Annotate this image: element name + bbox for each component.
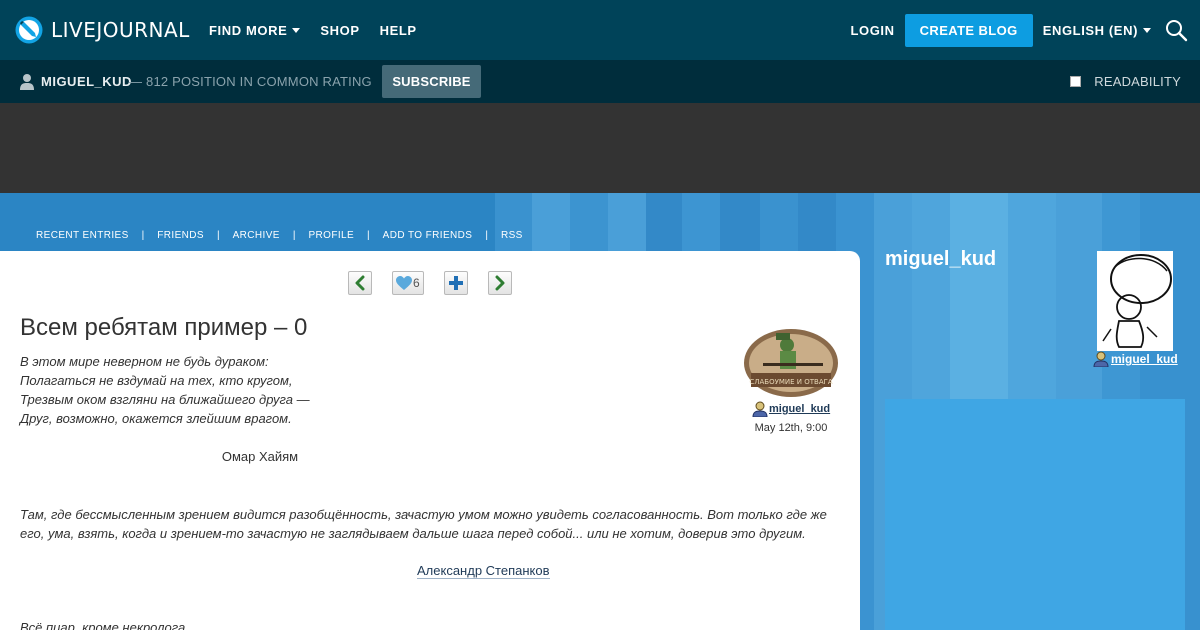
caret-down-icon (292, 27, 301, 33)
create-blog-button[interactable]: CREATE BLOG (904, 13, 1033, 47)
rating-text: — 812 POSITION IN COMMON RATING (129, 74, 372, 89)
sidebar-user-link[interactable]: miguel_kud (1093, 351, 1178, 367)
svg-text:СЛАБОУМИЕ И ОТВАГА: СЛАБОУМИЕ И ОТВАГА (749, 378, 833, 386)
subscribe-button[interactable]: SUBSCRIBE (382, 65, 481, 98)
nav-rss[interactable]: RSS (501, 230, 523, 241)
entry-title: Всем ребятам пример – 0 (20, 314, 308, 341)
sidebar-panel (885, 399, 1185, 630)
userpic-image: СЛАБОУМИЕ И ОТВАГА (743, 323, 840, 397)
sidebar-userpic[interactable] (1097, 251, 1173, 351)
user-icon (1093, 351, 1109, 367)
main-menu: FIND MORE SHOP HELP (209, 0, 437, 60)
caret-down-icon (1143, 27, 1151, 33)
readability-label: READABILITY (1094, 74, 1181, 89)
nav-archive[interactable]: ARCHIVE (233, 230, 280, 241)
entry-date: May 12th, 9:00 (754, 422, 828, 434)
poster-username[interactable]: miguel_kud (769, 403, 830, 415)
nav-profile[interactable]: PROFILE (308, 230, 354, 241)
poem-line: В этом мире неверном не будь дураком: (20, 354, 269, 369)
nav-separator: | (485, 229, 488, 241)
poem-line: Полагаться не вздумай на тех, кто кругом… (20, 373, 293, 388)
arrow-right-icon (495, 275, 505, 291)
heart-icon (396, 275, 412, 290)
search-icon[interactable] (1164, 18, 1188, 42)
readability-checkbox[interactable] (1070, 76, 1082, 87)
quote-author-link[interactable]: Александр Степанков (417, 563, 550, 579)
livejournal-logo-icon (15, 16, 43, 44)
poem-author: Омар Хайям (221, 449, 299, 464)
nav-separator: | (141, 229, 145, 241)
add-memory-button[interactable] (444, 271, 468, 295)
plus-icon (449, 276, 463, 290)
ad-banner-area (0, 103, 1200, 193)
nav-separator: | (367, 229, 370, 241)
sidebar-username[interactable]: miguel_kud (1111, 352, 1178, 366)
poster-userpic[interactable]: СЛАБОУМИЕ И ОТВАГА (743, 323, 840, 397)
next-entry-button[interactable] (488, 271, 512, 295)
livejournal-logo[interactable]: LIVEJOURNAL (15, 14, 190, 46)
journal-user-bar: MIGUEL_KUD — 812 POSITION IN COMMON RATI… (0, 60, 1200, 103)
like-count: 6 (413, 276, 420, 290)
poem-line: Друг, возможно, окажется злейшим врагом. (20, 411, 292, 426)
readability-toggle[interactable]: READABILITY (1070, 60, 1181, 103)
poster-info[interactable]: miguel_kud (752, 401, 830, 417)
entry-container: 6 Всем ребятам пример – 0 В этом мире не… (0, 251, 860, 630)
nav-separator: | (292, 229, 296, 241)
user-icon (20, 74, 34, 90)
help-link[interactable]: HELP (380, 23, 417, 38)
like-button[interactable]: 6 (392, 271, 424, 295)
shop-link[interactable]: SHOP (320, 23, 359, 38)
entry-poem: В этом мире неверном не будь дураком: По… (20, 352, 310, 428)
top-navigation-bar: LIVEJOURNAL FIND MORE SHOP HELP LOGIN CR… (0, 0, 1200, 60)
nav-recent-entries[interactable]: RECENT ENTRIES (36, 230, 129, 241)
journal-username[interactable]: MIGUEL_KUD (41, 60, 132, 103)
entry-quote: Там, где бессмысленным зрением видится р… (20, 507, 827, 541)
nav-friends[interactable]: FRIENDS (157, 230, 204, 241)
nav-separator: | (216, 229, 220, 241)
find-more-menu[interactable]: FIND MORE (209, 22, 301, 38)
user-icon (752, 401, 768, 417)
find-more-label: FIND MORE (209, 22, 288, 38)
entry-text-line: Всё пиар, кроме некролога. (20, 620, 189, 630)
language-label: ENGLISH (EN) (1042, 22, 1138, 38)
journal-navigation: RECENT ENTRIES | FRIENDS | ARCHIVE | PRO… (36, 228, 523, 242)
sidebar-userpic-image (1097, 251, 1173, 351)
previous-entry-button[interactable] (348, 271, 372, 295)
account-controls: LOGIN CREATE BLOG ENGLISH (EN) (850, 0, 1200, 60)
sidebar-journal-name[interactable]: miguel_kud (885, 248, 996, 271)
language-selector[interactable]: ENGLISH (EN) (1043, 23, 1151, 38)
brand-name: LIVEJOURNAL (51, 18, 190, 42)
arrow-left-icon (355, 275, 365, 291)
nav-add-to-friends[interactable]: ADD TO FRIENDS (383, 230, 473, 241)
poem-line: Трезвым оком взгляни на ближайшего друга… (20, 392, 310, 407)
login-link[interactable]: LOGIN (850, 23, 894, 38)
